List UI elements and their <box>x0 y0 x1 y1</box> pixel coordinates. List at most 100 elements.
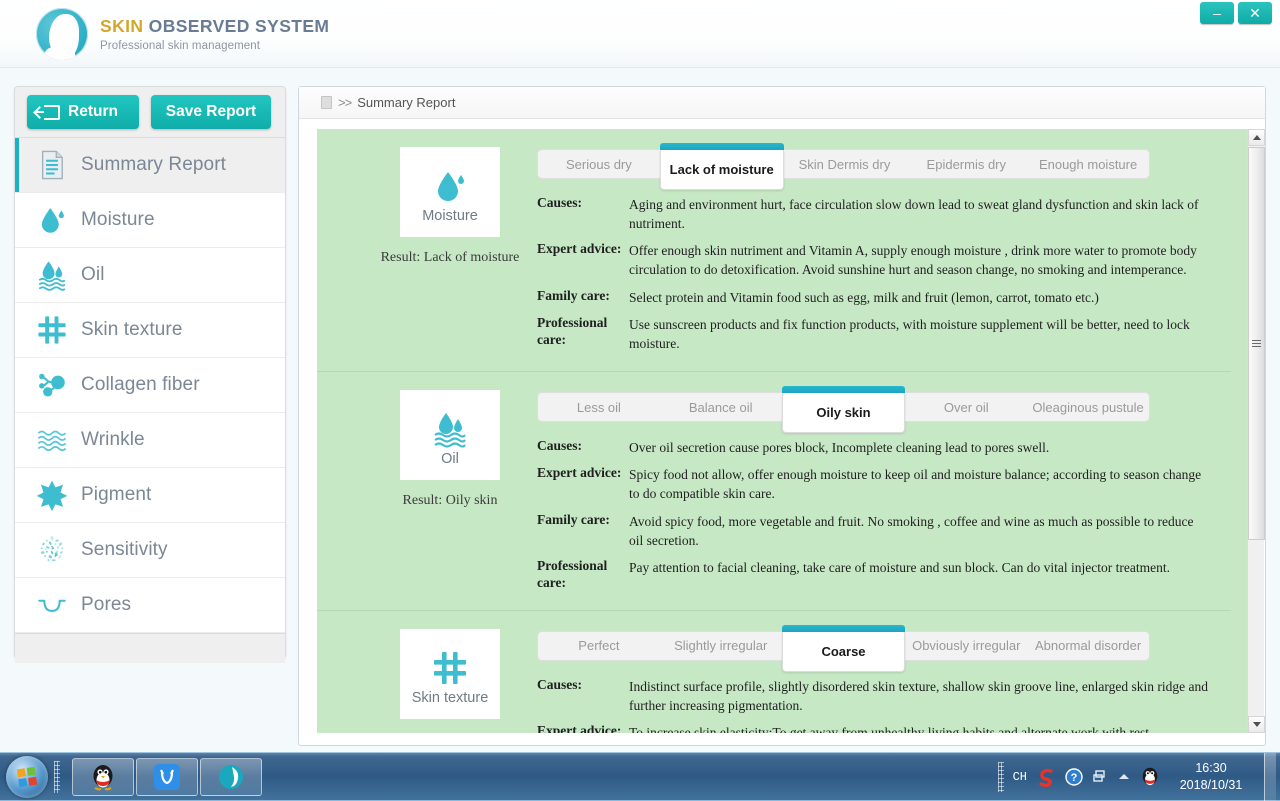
taskbar-button-blue-app[interactable] <box>136 758 198 796</box>
tab-bar: Less oil Balance oil Oily skin Over oil … <box>537 392 1150 422</box>
tab-skin-dermis-dry[interactable]: Skin Dermis dry <box>784 150 906 178</box>
scroll-down-arrow-icon[interactable] <box>1248 716 1265 733</box>
sidebar-item-skin-texture[interactable]: Skin texture <box>15 303 285 358</box>
input-language-indicator[interactable]: CH <box>1013 770 1027 784</box>
tab-perfect[interactable]: Perfect <box>538 632 660 660</box>
content-panel: >> Summary Report Moisture Result: Lack … <box>298 86 1266 746</box>
causes-value: Over oil secretion cause pores block, In… <box>629 436 1209 463</box>
tab-lack-of-moisture[interactable]: Lack of moisture <box>660 150 784 190</box>
blob-splat-icon <box>35 478 69 512</box>
advice-row: Professional care: Pay attention to faci… <box>537 556 1209 598</box>
clock-date: 2018/10/31 <box>1169 777 1253 794</box>
window-switch-icon[interactable] <box>1092 769 1108 785</box>
result-card: Skin texture <box>400 629 500 719</box>
advice-row: Family care: Avoid spicy food, more vege… <box>537 510 1209 556</box>
show-desktop-button[interactable] <box>1264 753 1276 801</box>
save-report-button-label: Save Report <box>166 103 256 121</box>
sidebar-item-collagen-fiber[interactable]: Collagen fiber <box>15 358 285 413</box>
family-care-value: Avoid spicy food, more vegetable and fru… <box>629 510 1209 556</box>
help-question-icon[interactable]: ? <box>1065 768 1083 786</box>
tab-balance-oil[interactable]: Balance oil <box>660 393 782 421</box>
application-window: SKIN OBSERVED SYSTEM Professional skin m… <box>0 0 1280 752</box>
tab-epidermis-dry[interactable]: Epidermis dry <box>905 150 1027 178</box>
advice-row: Causes: Over oil secretion cause pores b… <box>537 436 1209 463</box>
system-tray: CH ? <box>998 753 1276 801</box>
taskbar: CH ? <box>0 752 1280 800</box>
causes-label: Causes: <box>537 436 629 463</box>
taskbar-button-qq[interactable] <box>72 758 134 796</box>
blob-splat-icon <box>23 475 81 515</box>
app-header: SKIN OBSERVED SYSTEM Professional skin m… <box>0 0 1280 68</box>
sidebar-item-wrinkle[interactable]: Wrinkle <box>15 413 285 468</box>
document-icon <box>321 96 332 109</box>
start-button[interactable] <box>6 756 48 798</box>
result-card-label: Moisture <box>422 208 478 224</box>
sidebar-menu: Summary Report Moisture Oil Skin texture… <box>15 137 285 633</box>
tab-label: Less oil <box>577 400 621 415</box>
advice-row: Causes: Aging and environment hurt, face… <box>537 193 1209 239</box>
return-button[interactable]: Return <box>27 95 139 129</box>
breadcrumb: >> Summary Report <box>299 87 1265 119</box>
svg-text:?: ? <box>1071 772 1078 784</box>
oil-waves-icon <box>430 409 470 449</box>
tab-serious-dry[interactable]: Serious dry <box>538 150 660 178</box>
tab-coarse[interactable]: Coarse <box>782 632 906 672</box>
sidebar-item-sensitivity[interactable]: Sensitivity <box>15 523 285 578</box>
sidebar-item-summary-report[interactable]: Summary Report <box>15 138 285 193</box>
section-main: Serious dry Lack of moisture Skin Dermis… <box>537 149 1231 359</box>
scroll-up-arrow-icon[interactable] <box>1248 129 1265 146</box>
advice-table: Causes: Indistinct surface profile, slig… <box>537 675 1209 733</box>
sidebar-item-pores[interactable]: Pores <box>15 578 285 633</box>
sidebar-item-oil[interactable]: Oil <box>15 248 285 303</box>
clock[interactable]: 16:30 2018/10/31 <box>1169 760 1253 794</box>
tab-oleaginous-pustule[interactable]: Oleaginous pustule <box>1027 393 1149 421</box>
tab-less-oil[interactable]: Less oil <box>538 393 660 421</box>
tab-over-oil[interactable]: Over oil <box>905 393 1027 421</box>
sidebar: Return Save Report Summary Report Moistu… <box>14 86 286 659</box>
taskbar-grip <box>54 761 60 793</box>
close-button[interactable]: ✕ <box>1238 2 1272 24</box>
oil-waves-icon <box>430 403 470 449</box>
sidebar-item-label: Sensitivity <box>81 539 168 561</box>
result-card: Moisture <box>400 147 500 237</box>
water-drop-icon <box>430 160 470 206</box>
app-title-rest: OBSERVED SYSTEM <box>143 16 329 36</box>
sidebar-item-label: Summary Report <box>81 154 226 176</box>
tab-abnormal-disorder[interactable]: Abnormal disorder <box>1027 632 1149 660</box>
minimize-button[interactable]: – <box>1200 2 1234 24</box>
scrollbar-thumb[interactable] <box>1248 147 1265 540</box>
section-main: Less oil Balance oil Oily skin Over oil … <box>537 392 1231 598</box>
family-care-label: Family care: <box>537 286 629 313</box>
sidebar-item-moisture[interactable]: Moisture <box>15 193 285 248</box>
sogou-s-icon[interactable] <box>1036 767 1056 787</box>
advice-row: Expert advice: Spicy food not allow, off… <box>537 463 1209 509</box>
vertical-scrollbar[interactable] <box>1247 129 1264 733</box>
sidebar-actions: Return Save Report <box>15 87 285 137</box>
oil-waves-icon <box>23 255 81 295</box>
save-report-button[interactable]: Save Report <box>151 95 271 129</box>
show-hidden-arrow-icon[interactable] <box>1117 772 1131 782</box>
document-icon <box>23 145 81 185</box>
app-subtitle: Professional skin management <box>100 40 329 52</box>
breadcrumb-title: Summary Report <box>357 95 455 110</box>
sidebar-item-pigment[interactable]: Pigment <box>15 468 285 523</box>
tab-enough-moisture[interactable]: Enough moisture <box>1027 150 1149 178</box>
advice-table: Causes: Over oil secretion cause pores b… <box>537 436 1209 598</box>
molecule-icon <box>23 365 81 405</box>
result-text: Result: Coarse <box>375 732 525 733</box>
taskbar-button-skin-system[interactable] <box>200 758 262 796</box>
section-main: Perfect Slightly irregular Coarse Obviou… <box>537 631 1231 733</box>
tab-slightly-irregular[interactable]: Slightly irregular <box>660 632 782 660</box>
water-drop-icon <box>430 166 470 206</box>
app-logo: SKIN OBSERVED SYSTEM Professional skin m… <box>36 8 329 60</box>
tray-qq-penguin-icon[interactable] <box>1140 766 1160 788</box>
sidebar-item-label: Collagen fiber <box>81 374 200 396</box>
tab-oily-skin[interactable]: Oily skin <box>782 393 906 433</box>
tab-obviously-irregular[interactable]: Obviously irregular <box>905 632 1027 660</box>
sidebar-item-label: Oil <box>81 264 105 286</box>
family-care-label: Family care: <box>537 510 629 556</box>
pore-curve-icon <box>23 585 81 625</box>
hash-grid-icon <box>430 642 470 688</box>
tab-bar: Serious dry Lack of moisture Skin Dermis… <box>537 149 1150 179</box>
professional-care-value: Pay attention to facial cleaning, take c… <box>629 556 1209 598</box>
